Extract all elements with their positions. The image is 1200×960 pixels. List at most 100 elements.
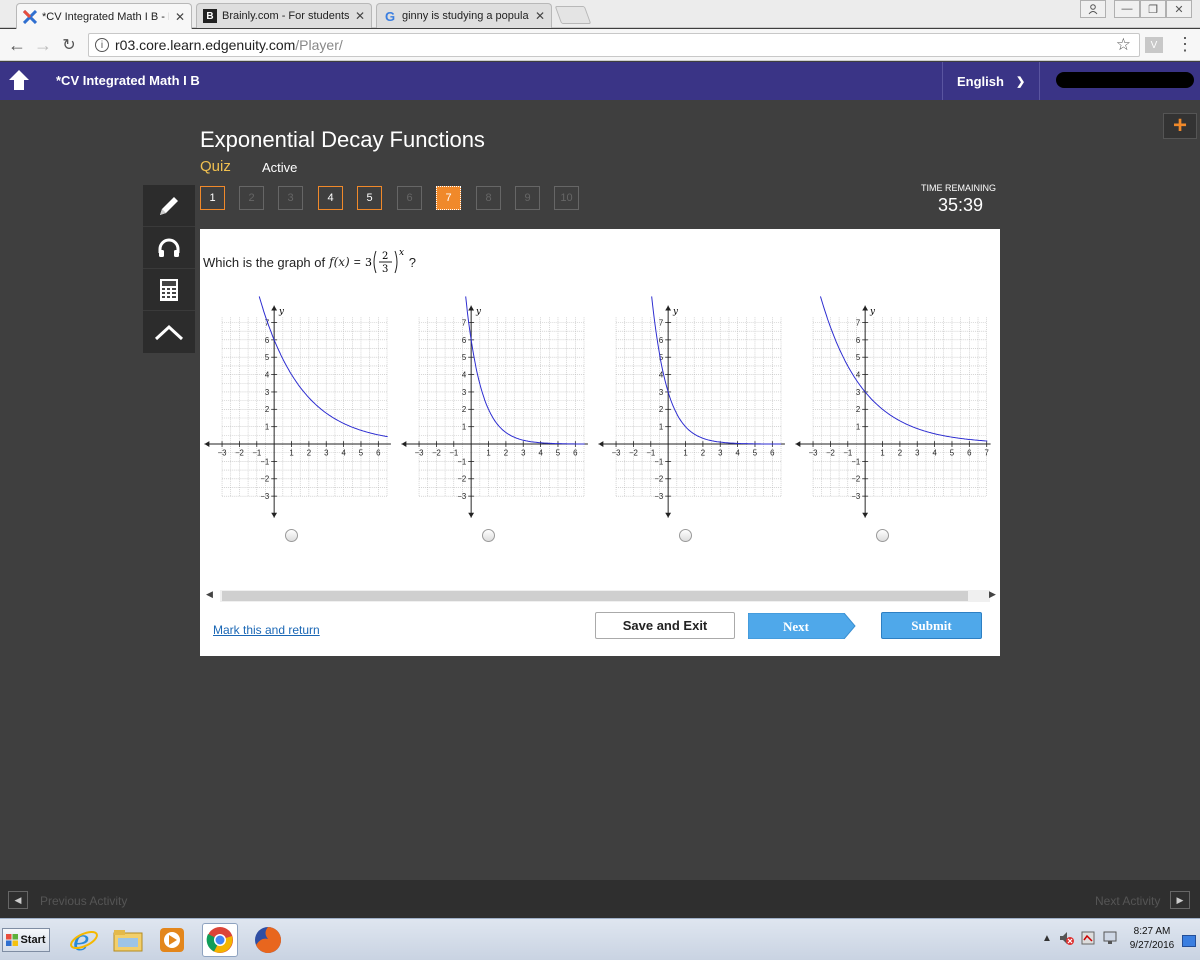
x-tick-label: −2 [432, 449, 441, 458]
forward-arrow-icon[interactable]: → [32, 34, 54, 56]
y-axis-arrow-down [665, 512, 672, 518]
minimize-window-icon[interactable]: — [1114, 0, 1140, 18]
radio-option-b[interactable] [482, 529, 495, 542]
windows-logo-icon [6, 934, 19, 946]
y-tick-label: −1 [457, 457, 466, 466]
tab-title: *CV Integrated Math I B - E [42, 10, 169, 23]
y-tick-label: −1 [851, 457, 860, 466]
start-button[interactable]: Start [2, 928, 50, 952]
question-button-8[interactable]: 8 [476, 186, 501, 210]
next-button[interactable]: Next [748, 613, 856, 639]
browser-menu-icon[interactable]: ⋮ [1176, 34, 1194, 55]
browser-toolbar: ← → ↻ i r03.core.learn.edgenuity.com/Pla… [0, 29, 1200, 61]
next-activity-button[interactable]: ▶ [1170, 891, 1190, 909]
scroll-right-arrow-icon[interactable]: ▶ [989, 589, 996, 600]
volume-muted-icon[interactable] [1058, 930, 1074, 949]
y-axis-arrow-down [468, 512, 475, 518]
network-icon[interactable] [1102, 930, 1118, 949]
x-tick-label: 6 [967, 449, 971, 458]
extension-icon[interactable]: V [1145, 37, 1163, 53]
question-panel: Which is the graph of f(x) = 3 2 3 x ? y… [200, 229, 1000, 656]
question-button-9[interactable]: 9 [515, 186, 540, 210]
question-button-6[interactable]: 6 [397, 186, 422, 210]
question-button-1[interactable]: 1 [200, 186, 225, 210]
y-tick-label: 4 [856, 371, 861, 380]
question-button-2[interactable]: 2 [239, 186, 264, 210]
y-tick-label: 2 [462, 405, 466, 414]
y-tick-label: 4 [265, 371, 270, 380]
chrome-icon[interactable] [202, 923, 238, 957]
close-tab-icon[interactable]: ✕ [535, 9, 545, 23]
question-button-10[interactable]: 10 [554, 186, 579, 210]
x-tick-label: 6 [376, 449, 380, 458]
save-and-exit-button[interactable]: Save and Exit [595, 612, 735, 639]
x-tick-label: 2 [898, 449, 902, 458]
question-button-7[interactable]: 7 [436, 186, 461, 210]
scroll-left-arrow-icon[interactable]: ◀ [206, 589, 213, 600]
radio-option-c[interactable] [679, 529, 692, 542]
home-icon[interactable] [8, 68, 30, 92]
internet-explorer-icon[interactable]: e [66, 923, 102, 957]
answer-graphs: y −3 −2 −1 1 2 3 4 5 6 7 6 5 4 3 2 1 −1 −2 −3 y −3 −2 −1 1 2 3 4 5 6 7… [200, 291, 1000, 551]
curve-option-a [258, 296, 388, 438]
previous-activity-button[interactable]: ◀ [8, 891, 28, 909]
y-tick-label: 6 [856, 336, 860, 345]
tray-expand-icon[interactable]: ▲ [1042, 933, 1052, 944]
reload-icon[interactable]: ↻ [58, 34, 80, 56]
y-axis-label: y [672, 306, 679, 316]
question-button-3[interactable]: 3 [278, 186, 303, 210]
y-tick-label: 1 [462, 423, 466, 432]
firefox-icon[interactable] [250, 923, 286, 957]
headphones-icon[interactable] [143, 227, 195, 269]
bookmark-star-icon[interactable]: ☆ [1116, 35, 1131, 55]
x-tick-label: 3 [915, 449, 919, 458]
site-info-icon[interactable]: i [95, 38, 109, 52]
x-tick-label: −3 [809, 449, 818, 458]
close-tab-icon[interactable]: ✕ [175, 10, 185, 24]
user-profile-icon[interactable] [1080, 0, 1106, 18]
browser-tab-edgenuity[interactable]: *CV Integrated Math I B - E ✕ [16, 3, 192, 29]
formula-coefficient: 3 [365, 256, 372, 269]
chevron-up-icon[interactable] [143, 311, 195, 353]
back-arrow-icon[interactable]: ← [6, 34, 28, 56]
y-tick-label: 7 [659, 318, 663, 327]
scroll-thumb[interactable] [222, 591, 968, 601]
browser-tab-google[interactable]: G ginny is studying a populati ✕ [376, 3, 552, 28]
radio-option-d[interactable] [876, 529, 889, 542]
mark-and-return-link[interactable]: Mark this and return [213, 623, 320, 637]
restore-window-icon[interactable]: ❐ [1140, 0, 1166, 18]
new-tab-button[interactable] [554, 6, 592, 24]
previous-activity-label[interactable]: Previous Activity [40, 894, 127, 908]
x-tick-label: −2 [826, 449, 835, 458]
close-window-icon[interactable]: ✕ [1166, 0, 1192, 18]
clock-time[interactable]: 8:27 AM [1126, 926, 1178, 937]
show-desktop-icon[interactable] [1182, 935, 1196, 947]
y-axis-arrow-up [468, 305, 475, 311]
media-player-icon[interactable] [154, 923, 190, 957]
y-tick-label: −2 [260, 475, 269, 484]
next-activity-label[interactable]: Next Activity [1095, 894, 1160, 908]
x-tick-label: 4 [538, 449, 543, 458]
url-input[interactable]: i r03.core.learn.edgenuity.com/Player/ ☆ [88, 33, 1140, 57]
x-tick-label: 7 [985, 449, 989, 458]
graph-option-d: y−3 −2 −1 1 2 3 4 5 6 77654321−1−2−3 [795, 296, 991, 518]
y-axis-arrow-up [862, 305, 869, 311]
action-center-icon[interactable] [1080, 930, 1096, 949]
pencil-icon[interactable] [143, 185, 195, 227]
browser-tab-brainly[interactable]: B Brainly.com - For students. ✕ [196, 3, 372, 28]
language-select[interactable]: English ❯ [942, 62, 1040, 100]
x-tick-label: 1 [289, 449, 293, 458]
close-tab-icon[interactable]: ✕ [355, 9, 365, 23]
horizontal-scrollbar[interactable]: ◀ ▶ [200, 588, 1000, 604]
calculator-icon[interactable] [143, 269, 195, 311]
expand-plus-button[interactable]: + [1163, 112, 1197, 139]
edgenuity-x-icon [23, 9, 37, 24]
x-tick-label: 3 [521, 449, 525, 458]
question-button-5[interactable]: 5 [357, 186, 382, 210]
x-tick-label: 4 [932, 449, 937, 458]
submit-button[interactable]: Submit [881, 612, 982, 639]
question-button-4[interactable]: 4 [318, 186, 343, 210]
radio-option-a[interactable] [285, 529, 298, 542]
file-explorer-icon[interactable] [110, 923, 146, 957]
clock-date[interactable]: 9/27/2016 [1126, 940, 1178, 951]
